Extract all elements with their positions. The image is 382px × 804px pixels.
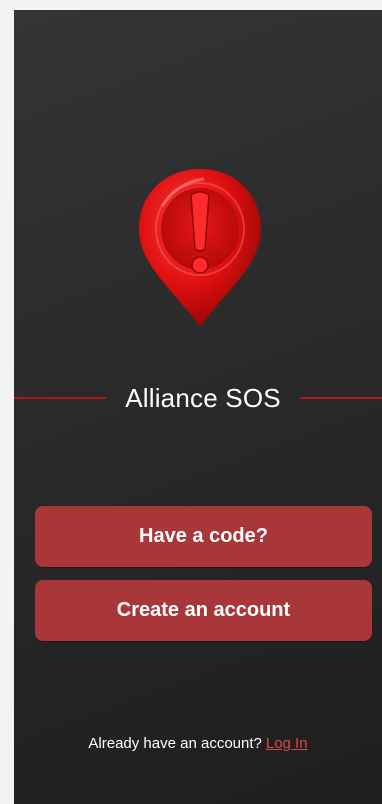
app-title: Alliance SOS	[125, 383, 281, 413]
right-divider	[300, 397, 382, 399]
brand-row: Alliance SOS	[14, 372, 382, 424]
create-account-button[interactable]: Create an account	[35, 580, 372, 641]
have-a-code-button[interactable]: Have a code?	[35, 506, 372, 567]
login-link[interactable]: Log In	[266, 735, 308, 752]
login-prompt-text: Already have an account?	[88, 735, 262, 752]
alert-map-pin-icon	[133, 165, 267, 331]
left-divider	[14, 397, 106, 399]
login-prompt: Already have an account? Log In	[14, 734, 382, 754]
welcome-screen: Alliance SOS Have a code? Create an acco…	[14, 10, 382, 804]
